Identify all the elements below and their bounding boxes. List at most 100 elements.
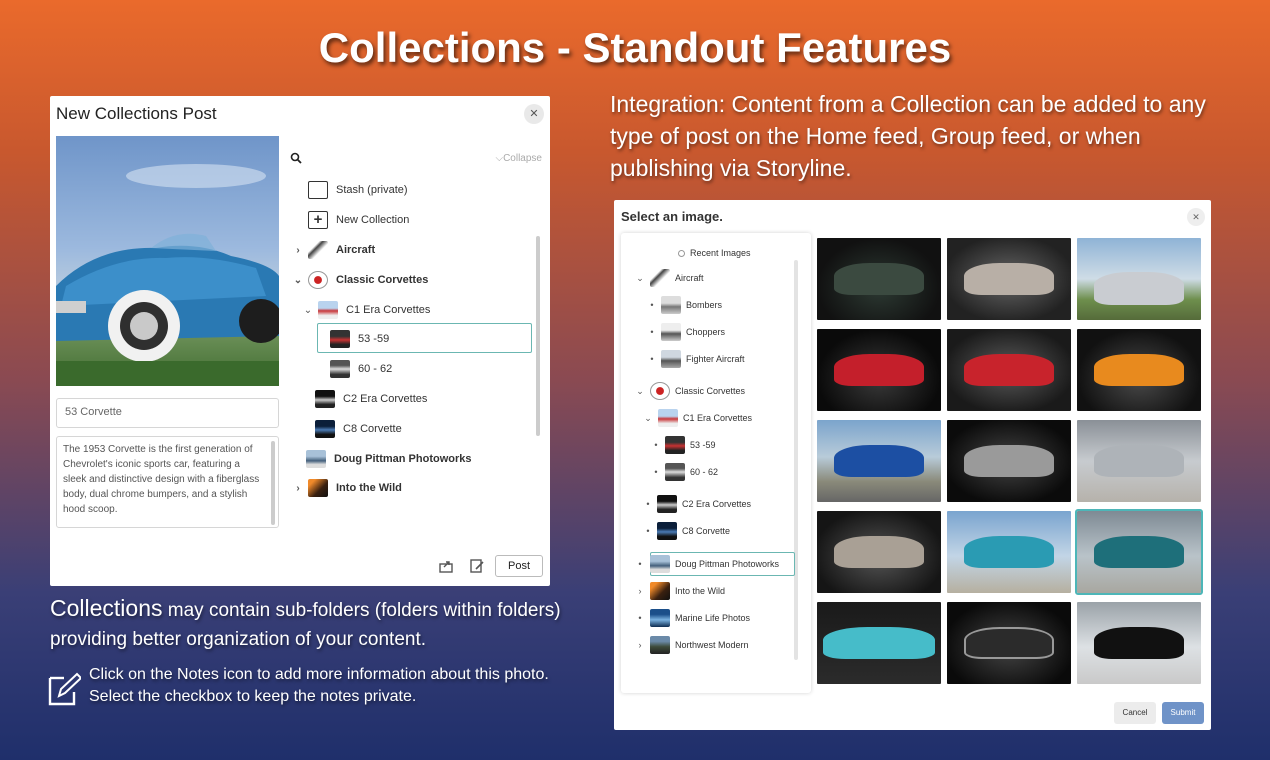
integration-text: Integration: Content from a Collection c… bbox=[610, 91, 1206, 181]
image-tile[interactable] bbox=[1077, 420, 1201, 502]
tree-item-fighter-aircraft[interactable]: • Fighter Aircraft bbox=[646, 348, 745, 370]
plus-box-icon: + bbox=[308, 211, 328, 229]
clock-icon bbox=[678, 249, 685, 257]
close-icon[interactable]: ✕ bbox=[524, 104, 544, 124]
select-image-dialog: Select an image. ✕ Recent Images ⌄ Aircr… bbox=[614, 200, 1211, 730]
dialog-title: New Collections Post bbox=[56, 104, 217, 123]
tree-item-c1-era[interactable]: ⌄ C1 Era Corvettes bbox=[642, 407, 752, 429]
dialog-title: Select an image. bbox=[621, 209, 723, 224]
image-tile[interactable] bbox=[947, 420, 1071, 502]
tree-item-northwest-modern[interactable]: › Northwest Modern bbox=[634, 634, 749, 656]
folder-thumbnail bbox=[658, 409, 678, 427]
collections-note: Collections may contain sub-folders (fol… bbox=[50, 594, 580, 654]
chevron-right-icon[interactable]: › bbox=[634, 586, 646, 596]
tree-item-into-the-wild[interactable]: › Into the Wild bbox=[634, 580, 725, 602]
image-tile[interactable] bbox=[1077, 329, 1201, 411]
folder-thumbnail bbox=[665, 436, 685, 454]
corvette-logo bbox=[650, 382, 670, 400]
folder-thumbnail bbox=[661, 350, 681, 368]
folder-thumbnail bbox=[315, 390, 335, 408]
tree-item-60-62[interactable]: 60 - 62 bbox=[326, 356, 392, 382]
corvette-photo bbox=[56, 136, 279, 386]
folder-thumbnail bbox=[650, 582, 670, 600]
new-collections-post-dialog: New Collections Post ✕ 53 Corvette The 1… bbox=[50, 96, 550, 586]
folder-thumbnail bbox=[657, 495, 677, 513]
folder-thumbnail bbox=[330, 330, 350, 348]
tree-item-marine-life[interactable]: • Marine Life Photos bbox=[634, 607, 750, 629]
tree-item-c2-era[interactable]: • C2 Era Corvettes bbox=[642, 493, 751, 515]
tree-item-aircraft[interactable]: ⌄ Aircraft bbox=[634, 267, 704, 289]
tree-item-choppers[interactable]: • Choppers bbox=[646, 321, 725, 343]
image-tile[interactable] bbox=[947, 511, 1071, 593]
tree-item-bombers[interactable]: • Bombers bbox=[646, 294, 722, 316]
image-tile[interactable] bbox=[817, 329, 941, 411]
tree-item-doug-pittman[interactable]: Doug Pittman Photoworks bbox=[306, 446, 472, 472]
tree-item-53-59[interactable]: • 53 -59 bbox=[650, 434, 716, 456]
notes-text: The 1953 Corvette is the first generatio… bbox=[63, 444, 260, 515]
share-icon[interactable] bbox=[439, 559, 453, 576]
notes-scrollbar[interactable] bbox=[271, 441, 275, 525]
tree-item-classic-corvettes[interactable]: ⌄ Classic Corvettes bbox=[292, 267, 428, 293]
image-tile[interactable] bbox=[817, 602, 941, 684]
tree-item-53-59[interactable]: 53 -59 bbox=[326, 326, 389, 352]
headline: Collections - Standout Features bbox=[318, 24, 952, 71]
stash-icon bbox=[308, 181, 328, 199]
image-tile[interactable] bbox=[817, 420, 941, 502]
tree-scrollbar[interactable] bbox=[536, 236, 540, 436]
image-tile-selected[interactable] bbox=[1075, 509, 1203, 595]
chevron-right-icon[interactable]: › bbox=[634, 640, 646, 650]
folder-thumbnail bbox=[650, 555, 670, 573]
notes-edit-icon bbox=[47, 672, 83, 706]
image-tile[interactable] bbox=[1077, 238, 1201, 320]
collections-note-lead: Collections bbox=[50, 595, 163, 621]
tree-item-classic-corvettes[interactable]: ⌄ Classic Corvettes bbox=[634, 380, 745, 402]
folder-thumbnail bbox=[315, 420, 335, 438]
chevron-down-icon[interactable]: ⌄ bbox=[634, 386, 646, 397]
image-tile[interactable] bbox=[817, 238, 941, 320]
folder-thumbnail bbox=[661, 296, 681, 314]
tree-item-c2-era[interactable]: C2 Era Corvettes bbox=[315, 386, 427, 412]
image-tile[interactable] bbox=[947, 329, 1071, 411]
title-input[interactable]: 53 Corvette bbox=[56, 398, 279, 428]
tree-item-recent-images[interactable]: Recent Images bbox=[678, 242, 751, 264]
folder-thumbnail bbox=[665, 463, 685, 481]
submit-button[interactable]: Submit bbox=[1162, 702, 1204, 724]
cancel-button[interactable]: Cancel bbox=[1114, 702, 1156, 724]
aircraft-thumbnail bbox=[308, 241, 328, 259]
tree-item-60-62[interactable]: • 60 - 62 bbox=[650, 461, 718, 483]
tree-item-new-collection[interactable]: + New Collection bbox=[296, 207, 409, 233]
tree-item-into-the-wild[interactable]: › Into the Wild bbox=[292, 475, 402, 501]
folder-thumbnail bbox=[650, 609, 670, 627]
image-tile[interactable] bbox=[817, 511, 941, 593]
aircraft-thumbnail bbox=[650, 269, 670, 287]
notes-edit-icon[interactable] bbox=[470, 559, 484, 576]
chevron-right-icon[interactable]: › bbox=[292, 245, 304, 256]
tree-item-c8[interactable]: C8 Corvette bbox=[315, 416, 402, 442]
folder-thumbnail bbox=[318, 301, 338, 319]
notes-textarea[interactable]: The 1953 Corvette is the first generatio… bbox=[56, 436, 279, 528]
image-tile[interactable] bbox=[947, 602, 1071, 684]
corvette-logo bbox=[308, 271, 328, 289]
image-tile[interactable] bbox=[947, 238, 1071, 320]
image-tile[interactable] bbox=[1077, 602, 1201, 684]
chevron-down-icon[interactable]: ⌄ bbox=[302, 305, 314, 316]
notes-tip: Click on the Notes icon to add more info… bbox=[89, 666, 549, 705]
tree-item-c8[interactable]: • C8 Corvette bbox=[642, 520, 730, 542]
search-icon[interactable] bbox=[290, 152, 302, 167]
chevron-down-icon[interactable]: ⌄ bbox=[642, 413, 654, 424]
chevron-down-icon: ⌵ bbox=[495, 153, 504, 164]
post-button[interactable]: Post bbox=[495, 555, 543, 577]
tree-item-aircraft[interactable]: › Aircraft bbox=[292, 237, 375, 263]
chevron-down-icon[interactable]: ⌄ bbox=[634, 273, 646, 284]
tree-item-stash[interactable]: Stash (private) bbox=[296, 177, 408, 203]
tree-item-doug-pittman[interactable]: • Doug Pittman Photoworks bbox=[634, 553, 779, 575]
chevron-right-icon[interactable]: › bbox=[292, 483, 304, 494]
tree-scrollbar[interactable] bbox=[794, 260, 798, 660]
folder-thumbnail bbox=[657, 522, 677, 540]
close-icon[interactable]: ✕ bbox=[1187, 208, 1205, 226]
tree-item-c1-era[interactable]: ⌄ C1 Era Corvettes bbox=[302, 297, 430, 323]
chevron-down-icon[interactable]: ⌄ bbox=[292, 275, 304, 286]
folder-thumbnail bbox=[330, 360, 350, 378]
folder-thumbnail bbox=[308, 479, 328, 497]
collapse-button[interactable]: ⌵Collapse bbox=[495, 153, 542, 164]
